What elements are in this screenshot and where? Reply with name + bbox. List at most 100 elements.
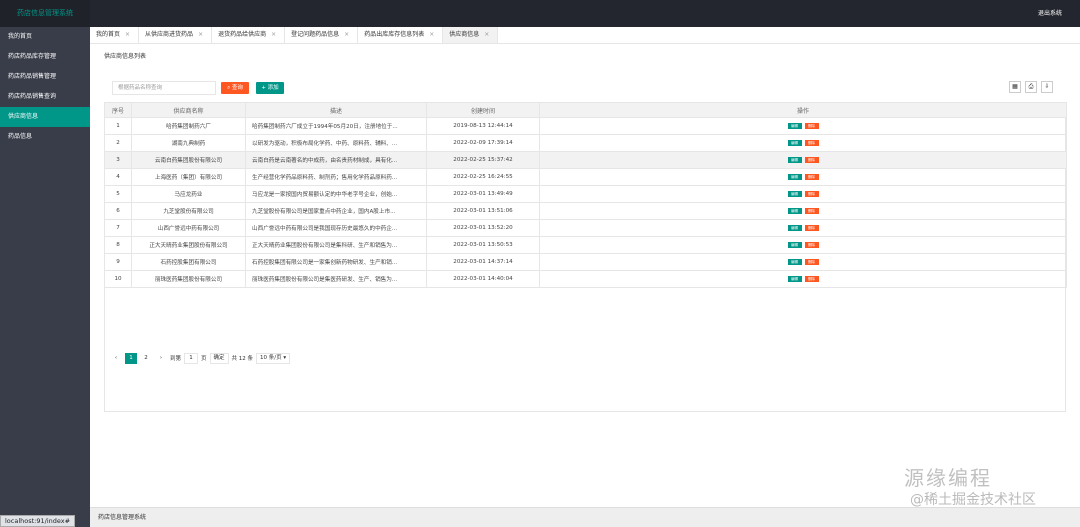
column-header-desc[interactable]: 描述 — [245, 102, 427, 118]
edit-button[interactable]: 编辑 — [787, 140, 802, 146]
goto-confirm-button[interactable]: 确定 — [209, 352, 229, 364]
cell-description: 云南白药是云南著名的中成药，由名贵药材制成，具有化... — [245, 151, 427, 169]
page-size-select[interactable]: 10 条/页 ▾ — [256, 352, 291, 364]
prev-page-icon[interactable]: ‹ — [110, 353, 122, 364]
edit-button[interactable]: 编辑 — [787, 259, 802, 265]
edit-button[interactable]: 编辑 — [787, 123, 802, 129]
sidebar: 我的首页 药店药品库存管理 药店药品销售管理 药店药品销售查询 供应商信息 药品… — [0, 27, 90, 527]
table-row[interactable]: 3 云南白药集团股份有限公司 云南白药是云南著名的中成药，由名贵药材制成，具有化..… — [104, 151, 1067, 169]
close-icon[interactable]: × — [271, 31, 276, 38]
edit-button[interactable]: 编辑 — [787, 157, 802, 163]
edit-button[interactable]: 编辑 — [787, 276, 802, 282]
delete-button[interactable]: 删除 — [804, 208, 819, 214]
next-page-icon[interactable]: › — [155, 353, 167, 364]
print-icon[interactable]: ⎙ — [1025, 81, 1037, 93]
browser-status-url: localhost:91/index# — [0, 515, 76, 527]
search-button[interactable]: ⌕ 查询 — [221, 82, 249, 94]
sidebar-item-supplier[interactable]: 供应商信息 — [0, 107, 90, 127]
search-icon: ⌕ — [227, 85, 231, 91]
sidebar-item-drug-info[interactable]: 药品信息 — [0, 127, 90, 147]
add-button[interactable]: + 添加 — [256, 82, 284, 94]
logout-button[interactable]: 退出系统 — [1038, 0, 1062, 27]
table-row[interactable]: 10 丽珠医药集团股份有限公司 丽珠医药集团股份有限公司是集医药研发、生产、销售为.… — [104, 270, 1067, 288]
delete-button[interactable]: 删除 — [804, 174, 819, 180]
cell-created-time: 2022-03-01 13:51:06 — [426, 202, 540, 220]
column-header-time[interactable]: 创建时间 — [426, 102, 540, 118]
cell-supplier-name: 上海医药（集团）有限公司 — [131, 168, 246, 186]
tab-bar: 我的首页 × 从供应商进货药品 × 退货药品给供应商 × 登记问题药品信息 × 药品出库… — [90, 27, 1080, 44]
tab-label: 药品出库库存信息列表 — [364, 31, 425, 38]
cell-created-time: 2022-03-01 13:50:53 — [426, 236, 540, 254]
table-row[interactable]: 1 哈药集团制药六厂 哈药集团制药六厂成立于1994年05月20日，注册地位于...… — [104, 117, 1067, 135]
search-input[interactable]: 根据药品名称查询 — [112, 81, 216, 95]
cell-supplier-name: 云南白药集团股份有限公司 — [131, 151, 246, 169]
cell-supplier-name: 湖南九典制药 — [131, 134, 246, 152]
cell-created-time: 2022-03-01 14:37:14 — [426, 253, 540, 271]
app-logo-title: 药店信息管理系统 — [0, 0, 90, 27]
tab-purchase[interactable]: 从供应商进货药品 × — [139, 27, 213, 43]
tab-supplier[interactable]: 供应商信息 × — [443, 27, 499, 43]
page-2[interactable]: 2 — [140, 353, 152, 364]
table-header-row: 序号 供应商名称 描述 创建时间 操作 — [104, 102, 1067, 118]
cell-no: 1 — [104, 117, 132, 135]
delete-button[interactable]: 删除 — [804, 225, 819, 231]
watermark-subtext: @稀土掘金技术社区 — [910, 492, 1036, 508]
page-unit: 页 — [201, 356, 207, 362]
goto-page-input[interactable]: 1 — [184, 352, 199, 364]
table-row[interactable]: 4 上海医药（集团）有限公司 生产经营化学药品原料药、制剂药；售用化学药品原料药..… — [104, 168, 1067, 186]
cell-description: 哈药集团制药六厂成立于1994年05月20日，注册地位于... — [245, 117, 427, 135]
delete-button[interactable]: 删除 — [804, 242, 819, 248]
tab-problem-drugs[interactable]: 登记问题药品信息 × — [285, 27, 359, 43]
tab-label: 登记问题药品信息 — [291, 31, 340, 38]
column-header-no[interactable]: 序号 — [104, 102, 132, 118]
edit-button[interactable]: 编辑 — [787, 242, 802, 248]
cell-supplier-name: 山西广誉远中药有限公司 — [131, 219, 246, 237]
sidebar-item-sales-query[interactable]: 药店药品销售查询 — [0, 87, 90, 107]
edit-button[interactable]: 编辑 — [787, 191, 802, 197]
delete-button[interactable]: 删除 — [804, 123, 819, 129]
cell-actions: 编辑 删除 — [539, 219, 1067, 237]
sidebar-item-sales[interactable]: 药店药品销售管理 — [0, 67, 90, 87]
delete-button[interactable]: 删除 — [804, 259, 819, 265]
tab-home[interactable]: 我的首页 × — [90, 27, 140, 43]
sidebar-item-home[interactable]: 我的首页 — [0, 27, 90, 47]
cell-description: 正大天晴药业集团股份有限公司是集科研、生产和销售为... — [245, 236, 427, 254]
table-row[interactable]: 5 马应龙药业 马应龙是一家按国内贸易额认定的中华老字号企业，创始... 2022-0… — [104, 185, 1067, 203]
export-icon[interactable]: ⇩ — [1041, 81, 1053, 93]
cell-actions: 编辑 删除 — [539, 151, 1067, 169]
cell-description: 丽珠医药集团股份有限公司是集医药研发、生产、销售为... — [245, 270, 427, 288]
column-header-name[interactable]: 供应商名称 — [131, 102, 246, 118]
edit-button[interactable]: 编辑 — [787, 225, 802, 231]
delete-button[interactable]: 删除 — [804, 276, 819, 282]
table-row[interactable]: 8 正大天晴药业集团股份有限公司 正大天晴药业集团股份有限公司是集科研、生产和销售为… — [104, 236, 1067, 254]
delete-button[interactable]: 删除 — [804, 157, 819, 163]
close-icon[interactable]: × — [125, 31, 130, 38]
cell-no: 6 — [104, 202, 132, 220]
table-row[interactable]: 7 山西广誉远中药有限公司 山西广誉远中药有限公司是我国现存历史最悠久的中药企...… — [104, 219, 1067, 237]
close-icon[interactable]: × — [429, 31, 434, 38]
table-row[interactable]: 2 湖南九典制药 以研发为驱动，积极布局化学药、中药、原料药、辅料、... 2022-… — [104, 134, 1067, 152]
tab-outbound-stock[interactable]: 药品出库库存信息列表 × — [358, 27, 444, 43]
page-1[interactable]: 1 — [125, 352, 137, 364]
cell-actions: 编辑 删除 — [539, 117, 1067, 135]
cell-actions: 编辑 删除 — [539, 134, 1067, 152]
close-icon[interactable]: × — [344, 31, 349, 38]
sidebar-item-inventory[interactable]: 药店药品库存管理 — [0, 47, 90, 67]
table-row[interactable]: 6 九芝堂股份有限公司 九芝堂股份有限公司是国家重点中药企业，国内A股上市... 20… — [104, 202, 1067, 220]
tab-label: 我的首页 — [96, 31, 121, 38]
cell-created-time: 2022-03-01 13:49:49 — [426, 185, 540, 203]
cell-no: 10 — [104, 270, 132, 288]
close-icon[interactable]: × — [198, 31, 203, 38]
table-row[interactable]: 9 石药控股集团有限公司 石药控股集团有限公司是一家集创新药物研发、生产和销... 2… — [104, 253, 1067, 271]
filter-columns-icon[interactable]: ▦ — [1009, 81, 1021, 93]
delete-button[interactable]: 删除 — [804, 140, 819, 146]
search-button-label: 查询 — [231, 85, 243, 91]
close-icon[interactable]: × — [484, 31, 489, 38]
tab-return[interactable]: 退货药品给供应商 × — [212, 27, 286, 43]
delete-button[interactable]: 删除 — [804, 191, 819, 197]
edit-button[interactable]: 编辑 — [787, 174, 802, 180]
edit-button[interactable]: 编辑 — [787, 208, 802, 214]
add-button-label: 添加 — [267, 85, 279, 91]
tab-label: 退货药品给供应商 — [218, 31, 267, 38]
pagination: ‹ 1 2 › 到第 1 页 确定 共 12 条 10 条/页 ▾ — [110, 352, 291, 364]
